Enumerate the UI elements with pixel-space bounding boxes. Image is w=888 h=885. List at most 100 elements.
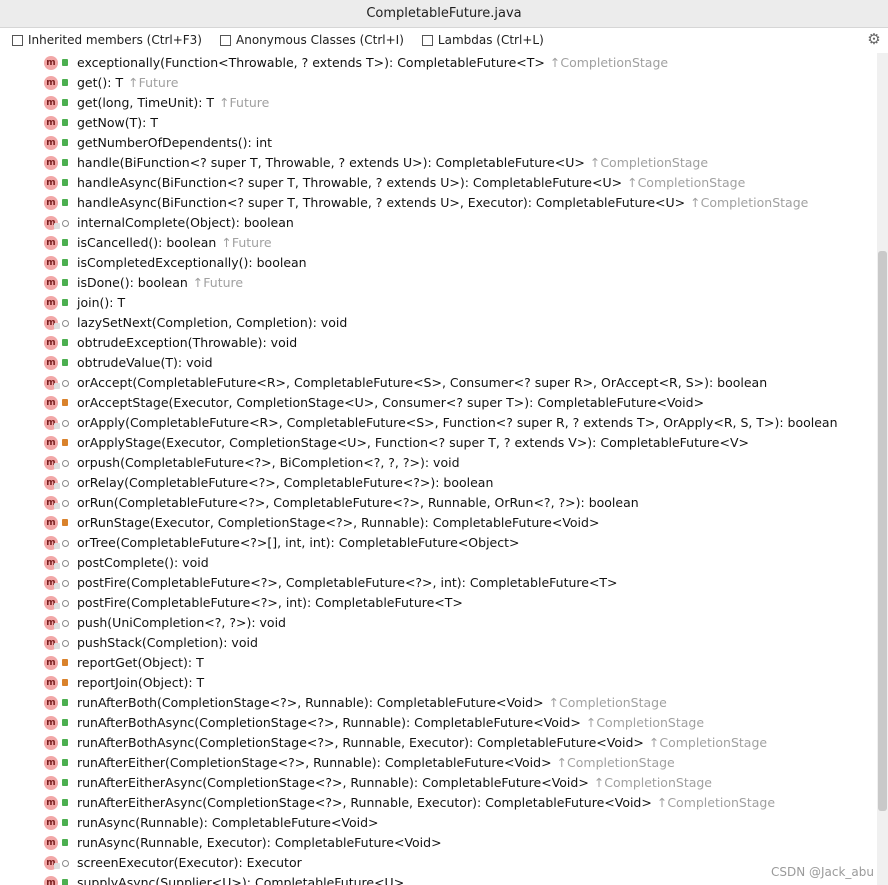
method-signature-text: runAfterBothAsync(CompletionStage<?>, Ru… bbox=[77, 735, 644, 750]
method-signature-text: obtrudeException(Throwable): void bbox=[77, 335, 298, 350]
method-row[interactable]: m orAcceptStage(Executor, CompletionStage… bbox=[0, 393, 877, 413]
method-row[interactable]: m orpush(CompletableFuture<?>, BiCompleti… bbox=[0, 453, 877, 473]
method-row[interactable]: m runAfterBothAsync(CompletionStage<?>, R… bbox=[0, 733, 877, 753]
method-row[interactable]: m isCompletedExceptionally(): boolean bbox=[0, 253, 877, 273]
method-signature: reportJoin(Object): T bbox=[77, 675, 204, 690]
checkbox-box[interactable] bbox=[421, 34, 433, 46]
method-icon: m bbox=[44, 836, 58, 850]
public-access-icon bbox=[62, 239, 68, 246]
method-signature-text: orAcceptStage(Executor, CompletionStage<… bbox=[77, 395, 705, 410]
method-row[interactable]: m orApply(CompletableFuture<R>, Completab… bbox=[0, 413, 877, 433]
inherited-from-label: ↑CompletionStage bbox=[593, 775, 713, 790]
gear-icon[interactable]: ⚙ bbox=[866, 31, 882, 47]
public-access-icon bbox=[62, 299, 68, 306]
method-row[interactable]: m orAccept(CompletableFuture<R>, Completa… bbox=[0, 373, 877, 393]
method-row[interactable]: m isDone(): boolean ↑Future bbox=[0, 273, 877, 293]
package-access-icon bbox=[62, 320, 69, 327]
method-row[interactable]: m screenExecutor(Executor): Executor bbox=[0, 853, 877, 873]
package-access-icon bbox=[62, 620, 69, 627]
inherited-from-label: ↑CompletionStage bbox=[690, 195, 809, 210]
method-row[interactable]: m runAfterEitherAsync(CompletionStage<?>,… bbox=[0, 773, 877, 793]
public-access-icon bbox=[62, 199, 68, 206]
method-row[interactable]: m lazySetNext(Completion, Completion): vo… bbox=[0, 313, 877, 333]
lambdas-checkbox[interactable]: Lambdas (Ctrl+L) bbox=[421, 33, 544, 47]
method-row[interactable]: m get(): T ↑Future bbox=[0, 73, 877, 93]
method-row[interactable]: m runAsync(Runnable): CompletableFuture<V… bbox=[0, 813, 877, 833]
method-row[interactable]: m obtrudeValue(T): void bbox=[0, 353, 877, 373]
anonymous-classes-checkbox[interactable]: Anonymous Classes (Ctrl+I) bbox=[220, 33, 404, 47]
method-signature-text: isDone(): boolean bbox=[77, 275, 188, 290]
vertical-scrollbar[interactable] bbox=[877, 53, 888, 885]
method-signature: join(): T bbox=[77, 295, 125, 310]
method-icon: m bbox=[44, 156, 58, 170]
method-row[interactable]: m handleAsync(BiFunction<? super T, Throw… bbox=[0, 173, 877, 193]
package-access-icon bbox=[62, 500, 69, 507]
method-row[interactable]: m orTree(CompletableFuture<?>[], int, int… bbox=[0, 533, 877, 553]
method-row[interactable]: m supplyAsync(Supplier<U>): CompletableFu… bbox=[0, 873, 877, 885]
method-row[interactable]: m reportGet(Object): T bbox=[0, 653, 877, 673]
method-row[interactable]: m get(long, TimeUnit): T ↑Future bbox=[0, 93, 877, 113]
method-signature-text: runAfterEitherAsync(CompletionStage<?>, … bbox=[77, 795, 652, 810]
method-signature: runAsync(Runnable, Executor): Completabl… bbox=[77, 835, 442, 850]
method-row[interactable]: m exceptionally(Function<Throwable, ? ext… bbox=[0, 53, 877, 73]
method-row[interactable]: m orRun(CompletableFuture<?>, Completable… bbox=[0, 493, 877, 513]
static-badge-icon bbox=[54, 863, 60, 869]
method-row[interactable]: m runAfterBothAsync(CompletionStage<?>, R… bbox=[0, 713, 877, 733]
method-signature: postFire(CompletableFuture<?>, int): Com… bbox=[77, 595, 463, 610]
checkbox-box[interactable] bbox=[12, 34, 23, 46]
method-signature: getNumberOfDependents(): int bbox=[77, 135, 272, 150]
method-signature: orApplyStage(Executor, CompletionStage<U… bbox=[77, 435, 749, 450]
checkbox-box[interactable] bbox=[220, 34, 231, 46]
method-row[interactable]: m join(): T bbox=[0, 293, 877, 313]
method-row[interactable]: m postFire(CompletableFuture<?>, Completa… bbox=[0, 573, 877, 593]
inherited-from-label: ↑CompletionStage bbox=[549, 55, 669, 70]
method-row[interactable]: m getNumberOfDependents(): int bbox=[0, 133, 877, 153]
method-row[interactable]: m runAfterBoth(CompletionStage<?>, Runnab… bbox=[0, 693, 877, 713]
method-signature-text: join(): T bbox=[77, 295, 126, 310]
method-row[interactable]: m isCancelled(): boolean ↑Future bbox=[0, 233, 877, 253]
method-icon: m bbox=[44, 196, 58, 210]
method-row[interactable]: m orRelay(CompletableFuture<?>, Completab… bbox=[0, 473, 877, 493]
method-signature: postComplete(): void bbox=[77, 555, 209, 570]
method-signature-text: push(UniCompletion<?, ?>): void bbox=[77, 615, 286, 630]
public-access-icon bbox=[62, 79, 68, 86]
method-row[interactable]: m pushStack(Completion): void bbox=[0, 633, 877, 653]
inherited-from-label: ↑CompletionStage bbox=[585, 715, 705, 730]
method-row[interactable]: m handleAsync(BiFunction<? super T, Throw… bbox=[0, 193, 877, 213]
method-signature-text: reportGet(Object): T bbox=[77, 655, 204, 670]
method-row[interactable]: m postComplete(): void bbox=[0, 553, 877, 573]
window-title: CompletableFuture.java bbox=[366, 6, 522, 21]
method-row[interactable]: m getNow(T): T bbox=[0, 113, 877, 133]
method-row[interactable]: m runAfterEitherAsync(CompletionStage<?>,… bbox=[0, 793, 877, 813]
method-row[interactable]: m reportJoin(Object): T bbox=[0, 673, 877, 693]
static-badge-icon bbox=[54, 563, 60, 569]
method-signature-text: lazySetNext(Completion, Completion): voi… bbox=[77, 315, 348, 330]
inherited-from-label: ↑CompletionStage bbox=[648, 735, 768, 750]
method-row[interactable]: m push(UniCompletion<?, ?>): void bbox=[0, 613, 877, 633]
method-signature-text: screenExecutor(Executor): Executor bbox=[77, 855, 302, 870]
method-icon: m bbox=[44, 276, 58, 290]
method-signature-text: postComplete(): void bbox=[77, 555, 209, 570]
method-signature-text: runAfterBothAsync(CompletionStage<?>, Ru… bbox=[77, 715, 581, 730]
scrollbar-thumb[interactable] bbox=[878, 251, 887, 811]
package-access-icon bbox=[62, 540, 69, 547]
method-signature-text: get(): T bbox=[77, 75, 124, 90]
method-row[interactable]: m runAfterEither(CompletionStage<?>, Runn… bbox=[0, 753, 877, 773]
window-title-bar: CompletableFuture.java bbox=[0, 0, 888, 28]
method-icon: m bbox=[44, 696, 58, 710]
inherited-members-checkbox[interactable]: Inherited members (Ctrl+F3) bbox=[12, 33, 202, 47]
method-row[interactable]: m orRunStage(Executor, CompletionStage<?>… bbox=[0, 513, 877, 533]
method-signature-text: postFire(CompletableFuture<?>, int): Com… bbox=[77, 595, 463, 610]
method-row[interactable]: m postFire(CompletableFuture<?>, int): Co… bbox=[0, 593, 877, 613]
inherited-from-label: ↑CompletionStage bbox=[589, 155, 709, 170]
method-icon: m bbox=[44, 76, 58, 90]
method-row[interactable]: m runAsync(Runnable, Executor): Completab… bbox=[0, 833, 877, 853]
public-access-icon bbox=[62, 739, 68, 746]
static-badge-icon bbox=[54, 643, 60, 649]
method-row[interactable]: m handle(BiFunction<? super T, Throwable,… bbox=[0, 153, 877, 173]
method-row[interactable]: m obtrudeException(Throwable): void bbox=[0, 333, 877, 353]
static-badge-icon bbox=[54, 323, 60, 329]
inherited-from-label: ↑CompletionStage bbox=[627, 175, 746, 190]
method-row[interactable]: m orApplyStage(Executor, CompletionStage<… bbox=[0, 433, 877, 453]
method-row[interactable]: m internalComplete(Object): boolean bbox=[0, 213, 877, 233]
